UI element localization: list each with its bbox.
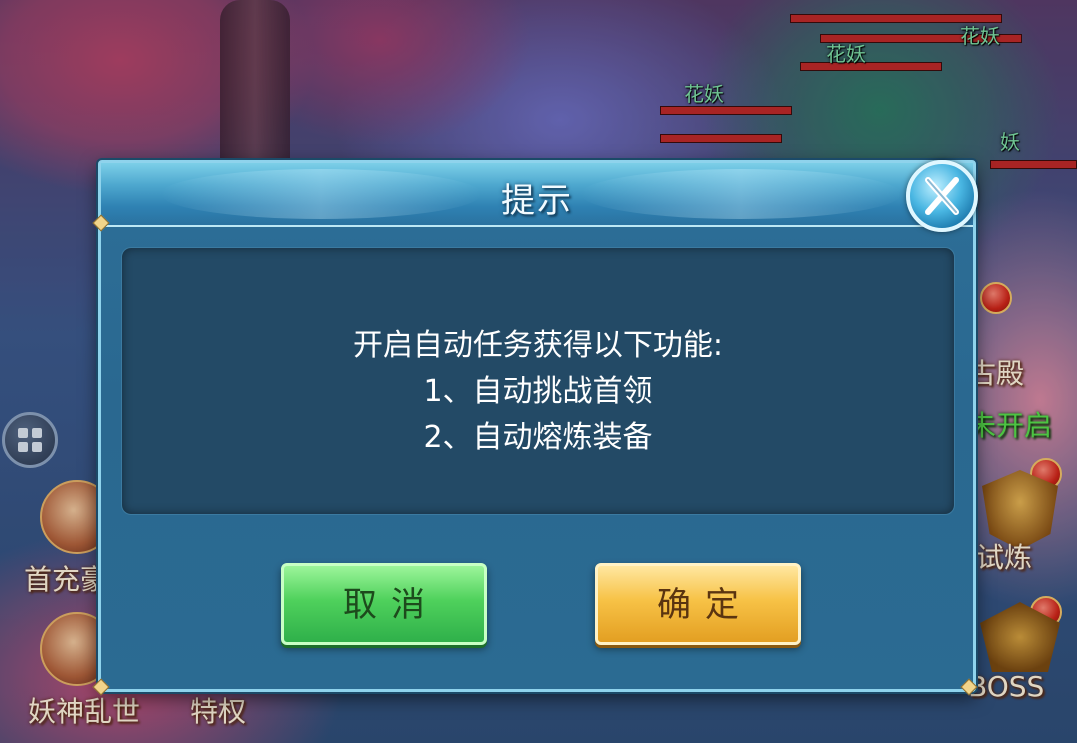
dialog-header: 提示 [101,163,973,227]
dialog-title: 提示 [501,181,573,221]
cancel-button[interactable]: 取消 [281,563,487,645]
message-line: 1、自动挑战首领 [423,374,653,409]
close-x-icon [925,177,959,215]
close-button[interactable] [906,160,978,232]
message-line: 开启自动任务获得以下功能: [352,328,724,363]
message-line: 2、自动熔炼装备 [423,420,653,455]
prompt-dialog: 提示 开启自动任务获得以下功能: 1、自动挑战首领 2、自动熔炼装备 取消 确定 [92,160,978,696]
confirm-button[interactable]: 确定 [595,563,801,645]
message-panel: 开启自动任务获得以下功能: 1、自动挑战首领 2、自动熔炼装备 [121,247,955,515]
